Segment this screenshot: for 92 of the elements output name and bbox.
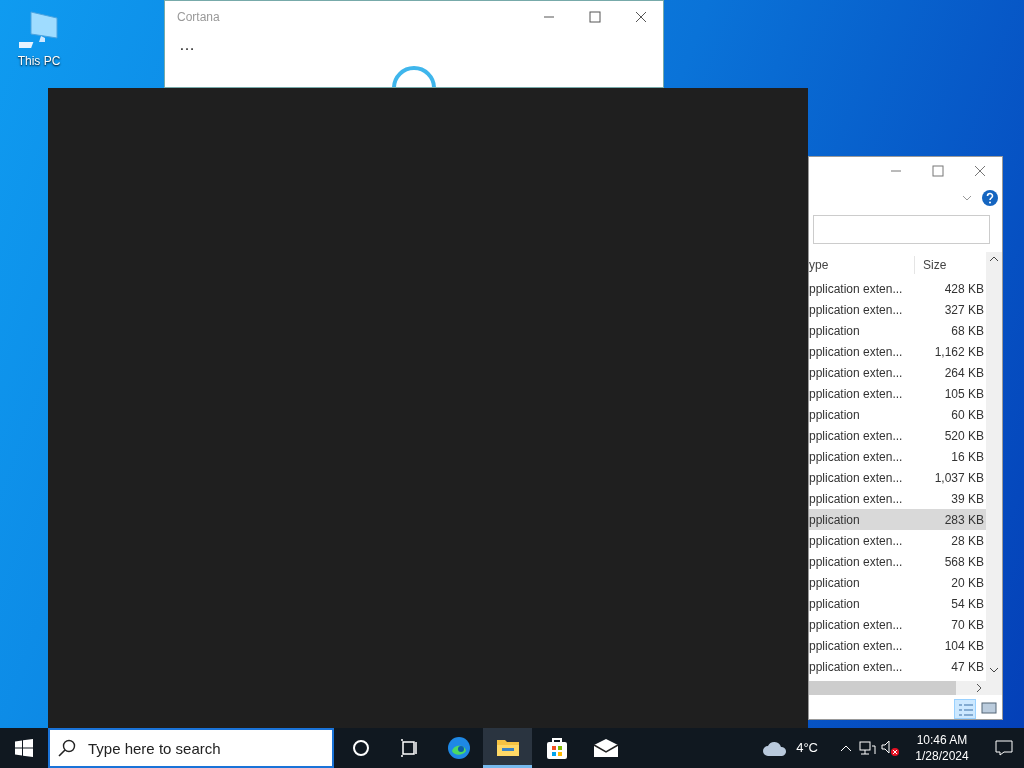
size-cell-text: 520 KB <box>943 427 985 445</box>
type-cell-text: pplication exten... <box>809 658 904 676</box>
type-cell-text: pplication exten... <box>809 301 904 319</box>
size-cell-text: 47 KB <box>950 658 985 676</box>
large-icons-view-icon[interactable] <box>980 699 998 717</box>
notification-icon[interactable] <box>995 740 1013 756</box>
type-cell-text: pplication exten... <box>809 385 904 403</box>
type-cell-text: pplication exten... <box>809 637 904 655</box>
temperature-label[interactable]: 4°C <box>796 738 818 758</box>
file-row[interactable]: pplication exten... 39 KB <box>809 488 986 509</box>
size-cell-text: 1,162 KB <box>933 343 985 361</box>
search-field[interactable]: Type here to search <box>48 728 334 768</box>
edge-icon <box>446 736 471 760</box>
windows-logo-icon[interactable] <box>15 739 33 757</box>
size-cell-text: 104 KB <box>943 637 985 655</box>
vertical-scrollbar[interactable] <box>986 252 1002 695</box>
file-row[interactable]: pplication exten... 70 KB <box>809 614 986 635</box>
horizontal-scrollbar[interactable] <box>809 681 986 695</box>
file-row[interactable]: pplication exten... 47 KB <box>809 656 986 677</box>
column-header[interactable]: Size <box>915 256 947 274</box>
file-row[interactable]: pplication exten... 428 KB <box>809 278 986 299</box>
time-label: 10:46 AM <box>916 732 968 748</box>
date-label: 1/28/2024 <box>915 748 969 764</box>
type-cell-text: pplication exten... <box>809 343 904 361</box>
chevron-up-icon[interactable] <box>840 744 852 752</box>
taskbar-app-button[interactable] <box>483 728 532 768</box>
type-cell-text: pplication exten... <box>809 469 904 487</box>
window-title: Cortana <box>177 9 221 26</box>
size-cell-text: 16 KB <box>950 448 985 466</box>
size-cell-text: 20 KB <box>950 574 985 592</box>
file-row[interactable]: pplication exten... 28 KB <box>809 530 986 551</box>
size-cell-text: 60 KB <box>950 406 985 424</box>
size-cell-text: 54 KB <box>950 595 985 613</box>
loading-ring-icon <box>391 65 437 87</box>
column-header[interactable]: ype <box>809 256 915 274</box>
close-icon[interactable] <box>635 11 647 23</box>
type-cell-text: pplication <box>809 595 861 613</box>
size-cell-text: 39 KB <box>950 490 985 508</box>
size-cell-text: 70 KB <box>950 616 985 634</box>
scroll-right-icon[interactable] <box>976 683 982 693</box>
file-row[interactable]: pplication exten... 105 KB <box>809 383 986 404</box>
type-cell-text: pplication exten... <box>809 280 904 298</box>
scroll-down-icon[interactable] <box>989 667 999 673</box>
file-row[interactable]: pplication 20 KB <box>809 572 986 593</box>
scroll-up-icon[interactable] <box>989 256 999 262</box>
type-cell-text: pplication <box>809 406 861 424</box>
type-cell-text: pplication exten... <box>809 427 904 445</box>
network-icon[interactable] <box>858 740 876 756</box>
file-row[interactable]: pplication exten... 1,162 KB <box>809 341 986 362</box>
type-cell-text: pplication exten... <box>809 616 904 634</box>
chevron-down-icon[interactable] <box>962 195 972 201</box>
type-cell-text: pplication exten... <box>809 553 904 571</box>
search-icon <box>58 739 76 757</box>
file-row[interactable]: pplication exten... 568 KB <box>809 551 986 572</box>
size-cell-text: 283 KB <box>943 511 985 529</box>
volume-muted-icon[interactable] <box>880 739 900 757</box>
size-cell-text: 1,037 KB <box>933 469 985 487</box>
type-cell-text: pplication exten... <box>809 364 904 382</box>
file-row[interactable]: pplication 54 KB <box>809 593 986 614</box>
file-row[interactable]: pplication exten... 264 KB <box>809 362 986 383</box>
size-cell-text: 28 KB <box>950 532 985 550</box>
file-row[interactable]: pplication 68 KB <box>809 320 986 341</box>
circle-icon <box>351 739 370 757</box>
envelope-icon <box>592 738 619 758</box>
file-row[interactable]: pplication exten... 520 KB <box>809 425 986 446</box>
type-cell-text: pplication exten... <box>809 490 904 508</box>
type-cell-text: pplication exten... <box>809 448 904 466</box>
file-row[interactable]: pplication 283 KB <box>809 509 986 530</box>
more-button[interactable]: … <box>179 36 195 53</box>
store-bag-icon <box>544 736 569 760</box>
type-cell-text: pplication exten... <box>809 532 904 550</box>
cloud-icon[interactable] <box>762 739 789 757</box>
file-row[interactable]: pplication 60 KB <box>809 404 986 425</box>
size-cell-text: 568 KB <box>943 553 985 571</box>
maximize-icon[interactable] <box>589 11 601 23</box>
size-cell-text: 264 KB <box>943 364 985 382</box>
clock[interactable]: 10:46 AM 1/28/2024 <box>900 732 984 764</box>
close-icon[interactable] <box>974 165 986 177</box>
size-cell-text: 327 KB <box>943 301 985 319</box>
type-cell-text: pplication <box>809 511 861 529</box>
size-cell-text: 68 KB <box>950 322 985 340</box>
task-view-icon <box>399 739 420 757</box>
help-icon[interactable] <box>982 190 998 206</box>
type-cell-text: pplication <box>809 322 861 340</box>
type-cell-text: pplication <box>809 574 861 592</box>
file-row[interactable]: pplication exten... 1,037 KB <box>809 467 986 488</box>
file-row[interactable]: pplication exten... 16 KB <box>809 446 986 467</box>
maximize-icon[interactable] <box>932 165 944 177</box>
file-row[interactable]: pplication exten... 327 KB <box>809 299 986 320</box>
file-row[interactable]: pplication exten... 104 KB <box>809 635 986 656</box>
size-cell-text: 105 KB <box>943 385 985 403</box>
size-cell-text: 428 KB <box>943 280 985 298</box>
